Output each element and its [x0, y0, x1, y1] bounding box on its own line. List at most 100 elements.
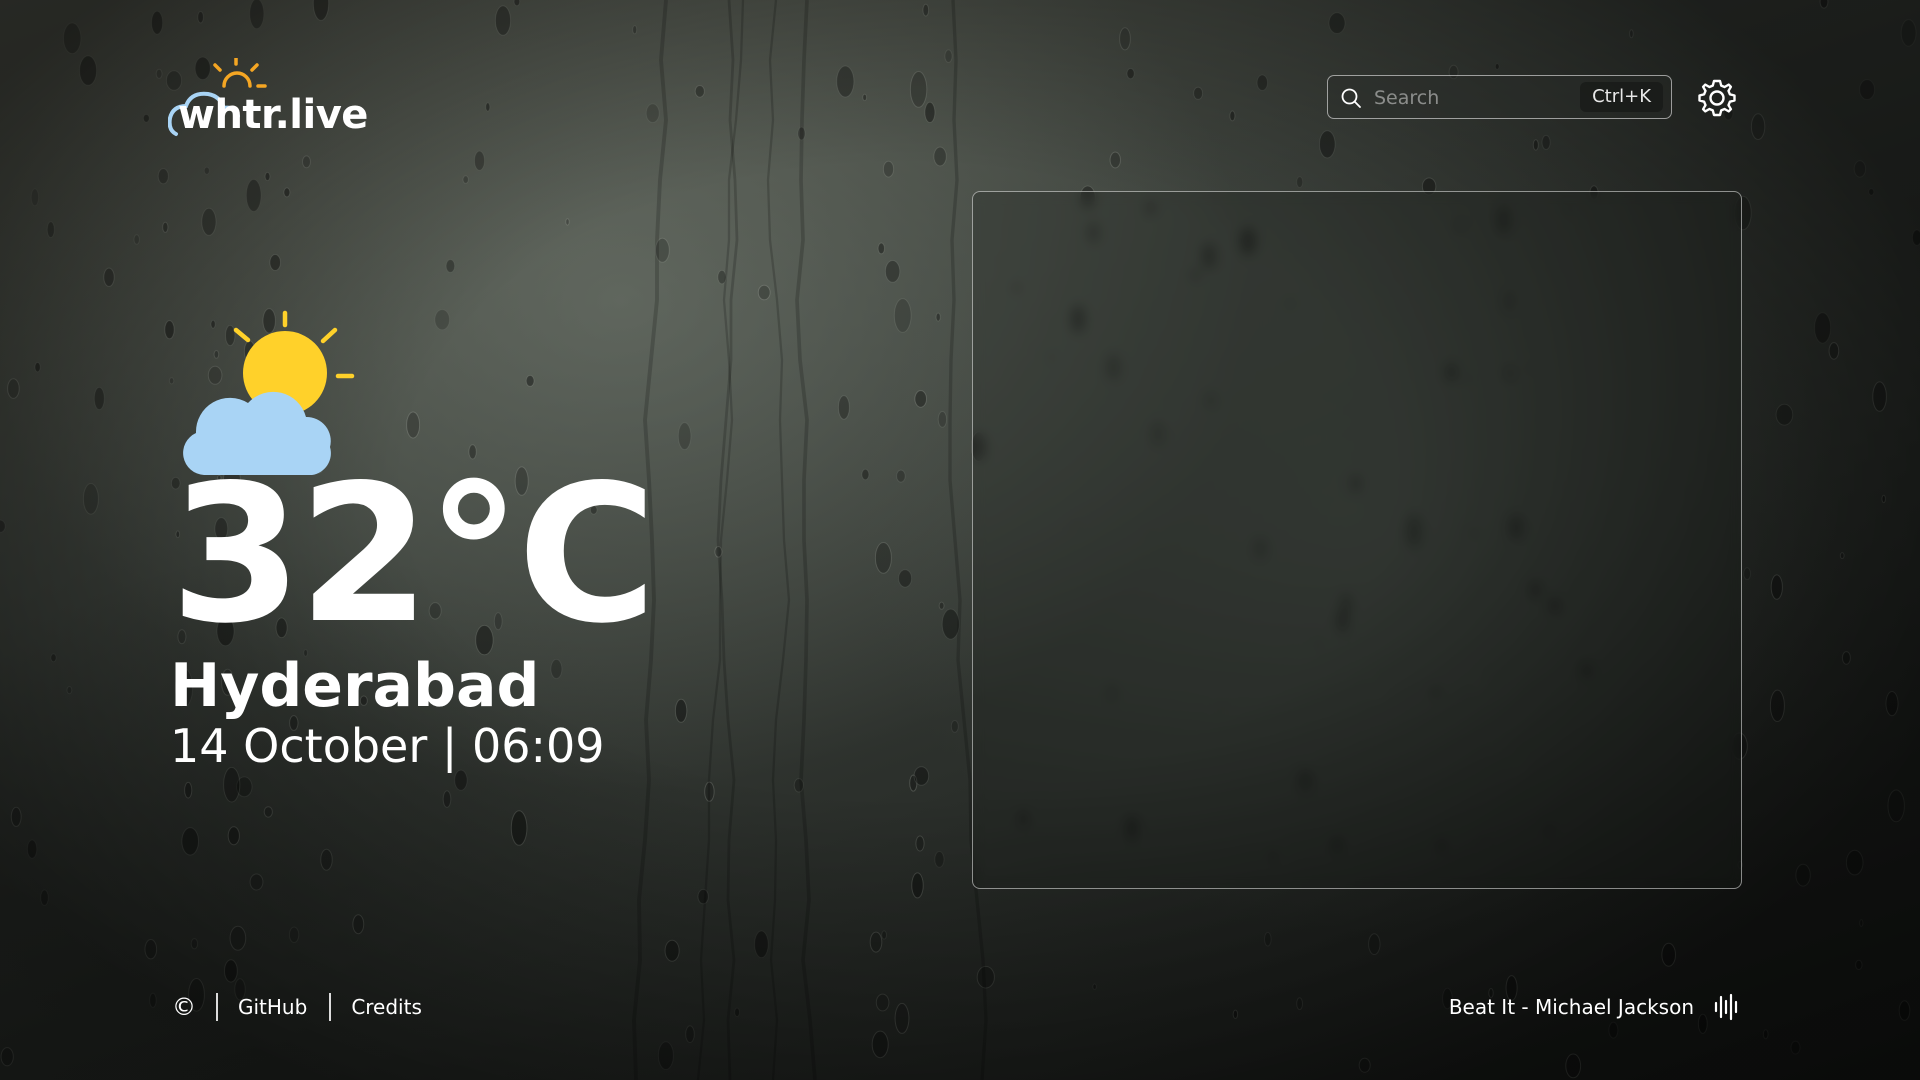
raindrop	[1839, 552, 1845, 560]
raindrop	[685, 1025, 695, 1043]
raindrop	[1900, 19, 1917, 47]
raindrop	[915, 835, 925, 852]
raindrop	[181, 827, 199, 856]
search-icon	[1341, 88, 1361, 108]
copyright-icon: ©	[172, 993, 196, 1021]
divider	[329, 993, 332, 1021]
raindrop	[249, 0, 265, 30]
raindrop	[914, 390, 928, 408]
raindrop	[1885, 691, 1899, 717]
raindrop	[320, 848, 333, 871]
raindrop	[877, 242, 885, 255]
raindrop	[151, 10, 164, 35]
raindrop	[155, 68, 163, 79]
raindrop	[149, 992, 157, 1008]
raindrop	[871, 1030, 889, 1059]
raindrop	[1762, 1029, 1769, 1040]
raindrop	[164, 320, 175, 340]
raindrop	[1814, 312, 1832, 344]
raindrop	[1328, 12, 1346, 34]
raindrop	[1881, 494, 1886, 504]
raindrop	[0, 1047, 14, 1067]
raindrop	[862, 93, 868, 102]
raindrop	[269, 254, 282, 271]
raindrop	[62, 22, 82, 55]
raindrop	[632, 25, 638, 35]
credits-link[interactable]: Credits	[351, 995, 422, 1019]
raindrop	[1126, 68, 1135, 80]
raindrop	[1828, 342, 1840, 360]
raindrop	[933, 146, 947, 167]
raindrop	[513, 0, 521, 7]
raindrop	[893, 298, 912, 333]
raindrop	[894, 1002, 910, 1034]
footer-links: © GitHub Credits	[172, 990, 444, 1024]
raindrop	[657, 1041, 674, 1070]
gear-icon[interactable]	[1697, 78, 1737, 118]
raindrop	[1532, 139, 1539, 151]
raindrop	[1296, 176, 1304, 189]
audio-equalizer-icon[interactable]	[1714, 993, 1740, 1021]
raindrop	[79, 55, 98, 86]
now-playing[interactable]: Beat It - Michael Jackson	[1449, 990, 1740, 1024]
raindrop	[924, 101, 936, 124]
map-panel	[972, 191, 1742, 889]
raindrop	[66, 686, 73, 695]
raindrop	[837, 395, 850, 420]
raindrop	[911, 872, 924, 899]
raindrop	[462, 175, 469, 184]
raindrop	[1319, 130, 1336, 159]
raindrop	[312, 0, 330, 21]
raindrop	[664, 939, 680, 962]
raindrop	[525, 374, 535, 387]
raindrop	[162, 221, 169, 233]
raindrop	[913, 766, 930, 786]
raindrop	[197, 11, 204, 24]
raindrop	[1256, 74, 1269, 91]
raindrop	[1629, 29, 1634, 39]
raindrop	[1229, 110, 1236, 122]
raindrop	[7, 378, 20, 399]
raindrop	[922, 3, 930, 17]
raindrop	[34, 362, 41, 373]
raindrop	[263, 806, 273, 818]
raindrop	[1795, 863, 1811, 887]
raindrop	[30, 188, 40, 207]
raindrop	[1841, 651, 1851, 665]
search-shortcut-badge: Ctrl+K	[1580, 82, 1663, 112]
raindrop	[1368, 933, 1381, 955]
raindrop	[283, 187, 291, 198]
raindrop	[874, 542, 892, 574]
raindrop	[249, 873, 264, 891]
raindrop	[1911, 229, 1920, 246]
raindrop	[944, 49, 953, 64]
raindrop	[869, 931, 883, 953]
temperature: 32°C	[170, 444, 657, 665]
raindrop	[10, 806, 22, 827]
raindrop	[935, 312, 941, 322]
search-bar[interactable]: Ctrl+K	[1327, 75, 1672, 119]
raindrop	[142, 114, 150, 123]
raindrop	[1661, 942, 1676, 967]
raindrop	[757, 284, 771, 301]
raindrop	[1608, 1021, 1619, 1039]
raindrop	[1853, 160, 1867, 178]
raindrop	[674, 698, 688, 723]
raindrop	[434, 309, 451, 331]
raindrop	[1859, 919, 1864, 927]
date-time: 14 October | 06:09	[170, 719, 605, 773]
raindrop	[144, 939, 158, 960]
raindrop	[1845, 849, 1864, 876]
raindrop	[884, 260, 901, 283]
raindrop	[1092, 983, 1097, 990]
search-input[interactable]	[1372, 82, 1576, 114]
raindrop	[1565, 1053, 1582, 1079]
raindrop	[934, 851, 945, 868]
logo[interactable]: whtr.live	[168, 58, 378, 148]
github-link[interactable]: GitHub	[238, 995, 307, 1019]
raindrop	[875, 993, 890, 1012]
raindrop	[565, 218, 570, 226]
divider	[216, 993, 218, 1021]
raindrop	[1887, 789, 1905, 823]
raindrop	[1769, 689, 1785, 722]
